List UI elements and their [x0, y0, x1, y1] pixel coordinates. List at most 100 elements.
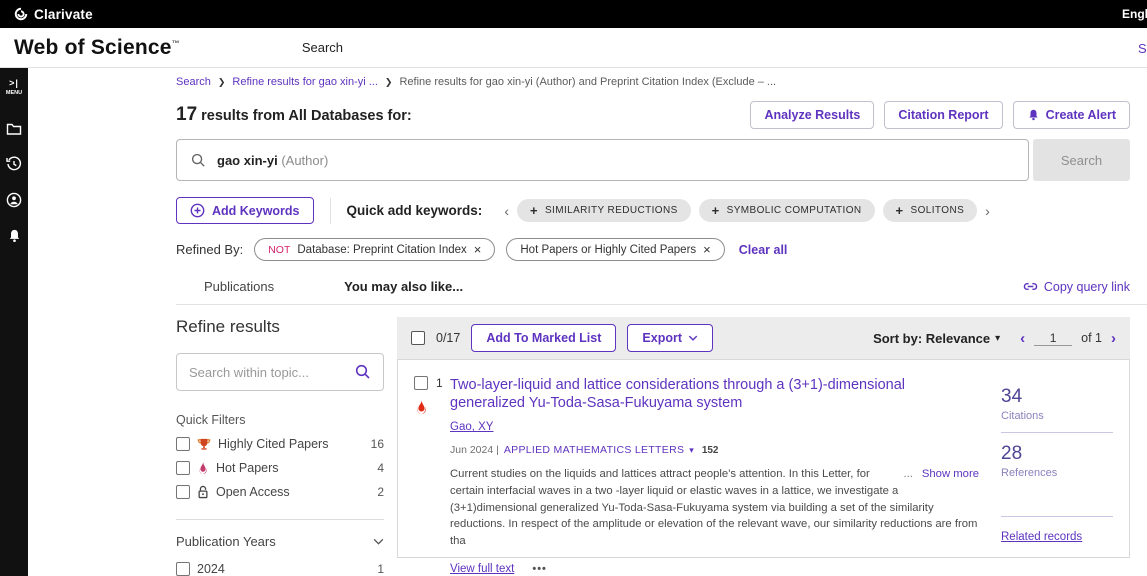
- results-toolbar: 0/17 Add To Marked List Export Sort by: …: [397, 317, 1130, 359]
- prev-page-icon[interactable]: ‹: [1020, 330, 1025, 347]
- result-author-link[interactable]: Gao, XY: [450, 421, 493, 433]
- select-all-checkbox[interactable]: [411, 331, 425, 345]
- refine-search-input[interactable]: [189, 365, 347, 380]
- add-keywords-button[interactable]: Add Keywords: [176, 197, 314, 224]
- divider: [330, 198, 331, 224]
- year-2024-checkbox[interactable]: [176, 562, 190, 576]
- keyword-chip[interactable]: +SYMBOLIC COMPUTATION: [699, 199, 875, 222]
- open-access-checkbox[interactable]: [176, 485, 190, 499]
- keyword-chip[interactable]: +SOLITONS: [883, 199, 978, 222]
- create-alert-button[interactable]: Create Alert: [1013, 101, 1130, 129]
- filter-count: 2: [377, 485, 384, 499]
- refinement-chip: NOT Database: Preprint Citation Index ×: [254, 238, 495, 261]
- bell-icon: [1027, 108, 1040, 122]
- breadcrumb-refine-link[interactable]: Refine results for gao xin-yi ...: [232, 76, 378, 88]
- results-list: 0/17 Add To Marked List Export Sort by: …: [397, 317, 1130, 576]
- language-selector[interactable]: English: [1122, 7, 1147, 21]
- keyword-chip[interactable]: +SIMILARITY REDUCTIONS: [517, 199, 691, 222]
- year-label: 2024: [197, 562, 225, 576]
- chevron-down-icon: [373, 538, 384, 545]
- view-full-text-link[interactable]: View full text: [450, 563, 514, 575]
- breadcrumb-current: Refine results for gao xin-yi (Author) a…: [399, 76, 776, 88]
- search-icon[interactable]: [355, 364, 371, 380]
- journal-caret-icon[interactable]: ▾: [689, 445, 694, 456]
- year-count: 1: [377, 562, 384, 576]
- show-more-link[interactable]: Show more: [922, 468, 979, 480]
- sort-by-dropdown[interactable]: Sort by: Relevance ▾: [873, 331, 1000, 346]
- filter-hot-papers: Hot Papers 4: [176, 461, 384, 475]
- related-records-link[interactable]: Related records: [1001, 531, 1082, 543]
- more-options-icon[interactable]: •••: [532, 563, 547, 575]
- clarivate-logo-icon: [14, 7, 28, 21]
- chevron-down-icon: [688, 335, 698, 341]
- tab-publications[interactable]: Publications: [204, 279, 274, 294]
- view-tabs: Publications You may also like... Copy q…: [176, 279, 1130, 294]
- clarivate-brand-label: Clarivate: [34, 7, 93, 22]
- chevron-left-icon[interactable]: ‹: [496, 203, 517, 219]
- refine-panel: Refine results Quick Filters Highly Cite…: [176, 317, 384, 576]
- search-icon: [191, 153, 206, 168]
- tab-you-may-also-like[interactable]: You may also like...: [344, 279, 463, 294]
- notifications-bell-icon[interactable]: [7, 228, 22, 244]
- nav-search-link[interactable]: Search: [302, 40, 343, 55]
- search-query-field: (Author): [281, 153, 328, 168]
- product-header: Web of Science™ Search Sign In: [0, 28, 1147, 68]
- divider: [176, 519, 384, 520]
- web-of-science-logo[interactable]: Web of Science™: [14, 36, 180, 60]
- result-metrics-column: 34 Citations 28 References Related recor…: [1001, 376, 1113, 545]
- hot-papers-checkbox[interactable]: [176, 461, 190, 475]
- result-card: 1 Two-layer-liquid and lattice considera…: [397, 359, 1130, 558]
- open-lock-icon: [197, 485, 209, 499]
- hot-paper-flame-icon: [415, 399, 450, 415]
- result-journal-link[interactable]: APPLIED MATHEMATICS LETTERS: [504, 444, 684, 456]
- account-icon[interactable]: [6, 192, 22, 208]
- copy-query-link[interactable]: Copy query link: [1023, 280, 1130, 294]
- citations-count[interactable]: 34: [1001, 386, 1113, 408]
- search-button[interactable]: Search: [1033, 139, 1130, 181]
- remove-refinement-icon[interactable]: ×: [703, 243, 711, 256]
- link-icon: [1023, 282, 1038, 291]
- next-page-icon[interactable]: ›: [1111, 330, 1116, 347]
- filter-year-2024: 2024 1: [176, 562, 384, 576]
- analyze-results-button[interactable]: Analyze Results: [750, 101, 874, 129]
- highly-cited-checkbox[interactable]: [176, 437, 190, 451]
- refinement-chip: Hot Papers or Highly Cited Papers ×: [506, 238, 724, 261]
- chevron-right-icon[interactable]: ›: [977, 203, 998, 219]
- refine-search-box: [176, 353, 384, 391]
- page-number-input[interactable]: [1034, 331, 1072, 346]
- filter-count: 4: [377, 461, 384, 475]
- result-title-link[interactable]: Two-layer-liquid and lattice considerati…: [450, 376, 979, 412]
- quick-keywords-row: Add Keywords Quick add keywords: ‹ +SIMI…: [176, 197, 1130, 224]
- remove-refinement-icon[interactable]: ×: [474, 243, 482, 256]
- breadcrumb: Search ❯ Refine results for gao xin-yi .…: [176, 76, 1130, 88]
- history-icon[interactable]: [6, 156, 22, 172]
- clear-all-link[interactable]: Clear all: [739, 243, 788, 257]
- references-count[interactable]: 28: [1001, 443, 1113, 465]
- folder-icon[interactable]: [6, 122, 22, 136]
- divider: [176, 304, 1147, 305]
- results-count-title: 17results from All Databases for:: [176, 104, 412, 126]
- filter-label: Hot Papers: [216, 461, 279, 475]
- export-dropdown-button[interactable]: Export: [627, 324, 713, 352]
- sign-in-link[interactable]: Sign In: [1138, 41, 1147, 56]
- publication-years-label: Publication Years: [176, 534, 276, 549]
- caret-down-icon: ▾: [995, 333, 1000, 344]
- publication-years-section[interactable]: Publication Years: [176, 534, 384, 549]
- add-to-marked-list-button[interactable]: Add To Marked List: [471, 324, 616, 352]
- selection-count: 0/17: [436, 331, 460, 345]
- refined-by-row: Refined By: NOT Database: Preprint Citat…: [176, 238, 1130, 261]
- filter-open-access: Open Access 2: [176, 485, 384, 499]
- breadcrumb-search-link[interactable]: Search: [176, 76, 211, 88]
- search-query-box[interactable]: gao xin-yi (Author): [176, 139, 1029, 181]
- quick-filters-label: Quick Filters: [176, 413, 384, 427]
- divider: [1001, 432, 1113, 433]
- result-date: Jun 2024 |: [450, 444, 499, 456]
- clarivate-logo[interactable]: Clarivate: [14, 7, 93, 22]
- menu-toggle[interactable]: >| MENU: [6, 78, 22, 96]
- result-metric: 152: [702, 445, 719, 456]
- result-index: 1: [436, 376, 443, 390]
- top-bar: Clarivate English: [0, 0, 1147, 28]
- citation-report-button[interactable]: Citation Report: [884, 101, 1002, 129]
- breadcrumb-separator: ❯: [218, 77, 226, 88]
- result-checkbox[interactable]: [414, 376, 428, 390]
